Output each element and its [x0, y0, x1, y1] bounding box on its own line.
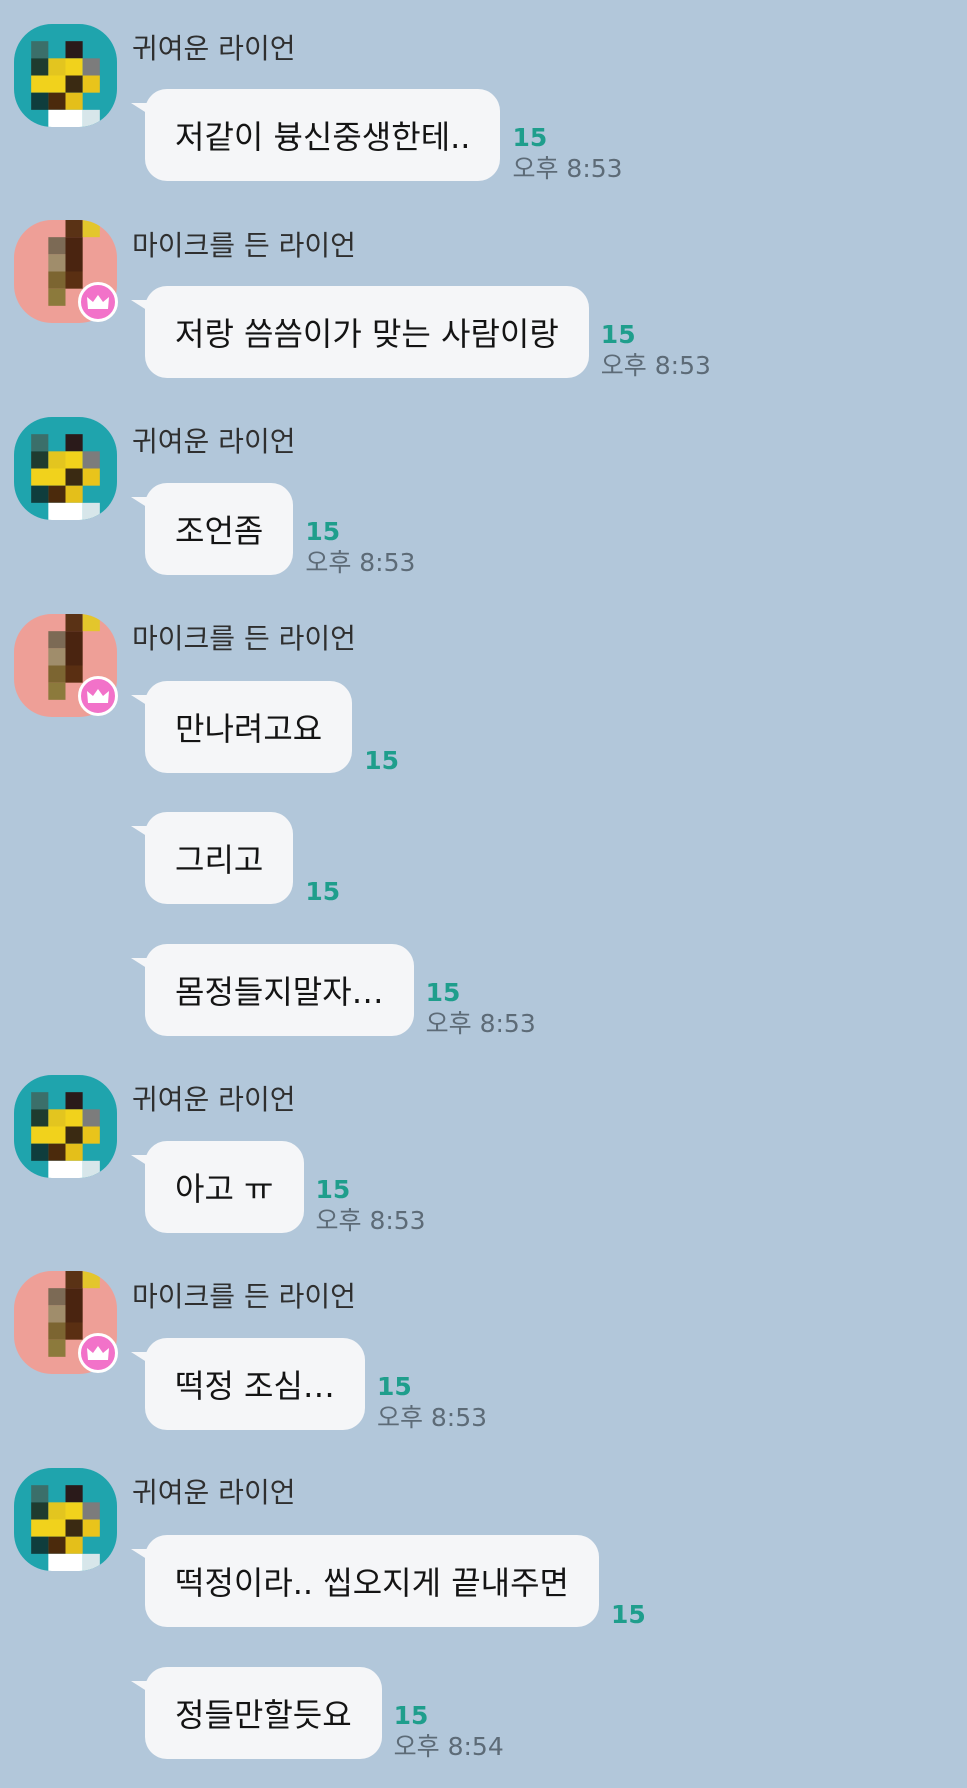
- message-bubble[interactable]: 저랑 씀씀이가 맞는 사람이랑: [131, 286, 589, 378]
- message-text: 아고 ㅠ: [175, 1170, 274, 1208]
- sender-name: 귀여운 라이언: [132, 32, 296, 65]
- message-time: 오후 8:53: [376, 1403, 488, 1432]
- sender-name: 마이크를 든 라이언: [132, 622, 356, 655]
- message-text: 몸정들지말자…: [175, 973, 384, 1011]
- message-text: 저같이 븅신중생한테..: [175, 118, 471, 156]
- avatar-teal[interactable]: [14, 417, 117, 520]
- message-row: 정들만할듯요 15 오후 8:54: [131, 1667, 504, 1759]
- unread-count: 15: [376, 1372, 412, 1401]
- sender-name: 마이크를 든 라이언: [132, 1280, 356, 1313]
- crown-icon: [87, 295, 109, 309]
- message-meta: 15 오후 8:54: [394, 1703, 504, 1759]
- message-row: 그리고 15: [130, 812, 340, 904]
- message-time: 오후 8:53: [425, 1009, 536, 1038]
- message-time: 오후 8:53: [512, 154, 623, 183]
- message-meta: 15: [611, 1602, 646, 1627]
- sender-name: 귀여운 라이언: [132, 1476, 296, 1509]
- message-time: 오후 8:53: [600, 351, 711, 380]
- pixelated-teal-avatar-icon: [14, 1075, 117, 1178]
- unread-count: 15: [305, 517, 341, 546]
- crown-icon: [87, 1346, 109, 1360]
- pixelated-teal-avatar-icon: [14, 417, 117, 520]
- message-meta: 15 오후 8:53: [316, 1177, 426, 1233]
- message-text: 정들만할듯요: [175, 1696, 352, 1734]
- sender-name: 마이크를 든 라이언: [132, 229, 356, 262]
- unread-count: 15: [393, 1701, 429, 1730]
- unread-count: 15: [305, 877, 341, 906]
- message-row: 떡정이라.. 씹오지게 끝내주면 15: [131, 1535, 646, 1627]
- message-bubble[interactable]: 몸정들지말자…: [131, 944, 414, 1036]
- message-bubble[interactable]: 저같이 븅신중생한테..: [130, 89, 501, 181]
- message-meta: 15 오후 8:53: [512, 125, 622, 181]
- message-meta: 15 오후 8:53: [601, 322, 711, 378]
- message-bubble[interactable]: 만나려고요: [130, 681, 353, 773]
- message-bubble[interactable]: 정들만할듯요: [131, 1667, 382, 1759]
- message-row: 아고 ㅠ 15 오후 8:53: [131, 1141, 426, 1233]
- unread-count: 15: [610, 1600, 646, 1629]
- message-row: 저랑 씀씀이가 맞는 사람이랑 15 오후 8:53: [131, 286, 711, 378]
- message-row: 만나려고요 15: [130, 681, 399, 773]
- crown-icon: [87, 689, 109, 703]
- crown-badge: [78, 282, 118, 322]
- crown-badge: [78, 1333, 118, 1373]
- message-meta: 15: [305, 879, 340, 904]
- sender-name: 귀여운 라이언: [132, 425, 296, 458]
- message-bubble[interactable]: 아고 ㅠ: [131, 1141, 304, 1233]
- message-text: 그리고: [175, 841, 264, 879]
- message-bubble[interactable]: 조언좀: [130, 483, 294, 575]
- message-bubble[interactable]: 떡정이라.. 씹오지게 끝내주면: [131, 1535, 599, 1627]
- message-row: 조언좀 15 오후 8:53: [130, 483, 415, 575]
- message-meta: 15: [364, 748, 399, 773]
- message-meta: 15 오후 8:53: [305, 519, 415, 575]
- unread-count: 15: [364, 746, 399, 775]
- unread-count: 15: [425, 978, 461, 1007]
- message-bubble[interactable]: 그리고: [130, 812, 294, 904]
- message-meta: 15 오후 8:53: [377, 1374, 487, 1430]
- pixelated-teal-avatar-icon: [14, 24, 117, 127]
- sender-name: 귀여운 라이언: [132, 1083, 296, 1116]
- unread-count: 15: [315, 1175, 351, 1204]
- message-text: 떡정 조심…: [175, 1367, 335, 1405]
- message-text: 떡정이라.. 씹오지게 끝내주면: [175, 1564, 569, 1602]
- avatar-teal[interactable]: [14, 24, 117, 127]
- avatar-teal[interactable]: [14, 1075, 117, 1178]
- avatar-teal[interactable]: [14, 1468, 117, 1571]
- unread-count: 15: [600, 320, 636, 349]
- message-row: 저같이 븅신중생한테.. 15 오후 8:53: [130, 89, 623, 181]
- message-row: 떡정 조심… 15 오후 8:53: [131, 1338, 487, 1430]
- message-time: 오후 8:53: [305, 548, 416, 577]
- message-text: 조언좀: [175, 512, 264, 550]
- pixelated-teal-avatar-icon: [14, 1468, 117, 1571]
- crown-badge: [78, 676, 118, 716]
- message-time: 오후 8:54: [393, 1732, 504, 1761]
- message-text: 저랑 씀씀이가 맞는 사람이랑: [175, 315, 559, 353]
- message-row: 몸정들지말자… 15 오후 8:53: [131, 944, 536, 1036]
- message-text: 만나려고요: [175, 710, 323, 748]
- message-meta: 15 오후 8:53: [426, 980, 536, 1036]
- unread-count: 15: [512, 123, 548, 152]
- message-time: 오후 8:53: [315, 1206, 426, 1235]
- message-bubble[interactable]: 떡정 조심…: [131, 1338, 365, 1430]
